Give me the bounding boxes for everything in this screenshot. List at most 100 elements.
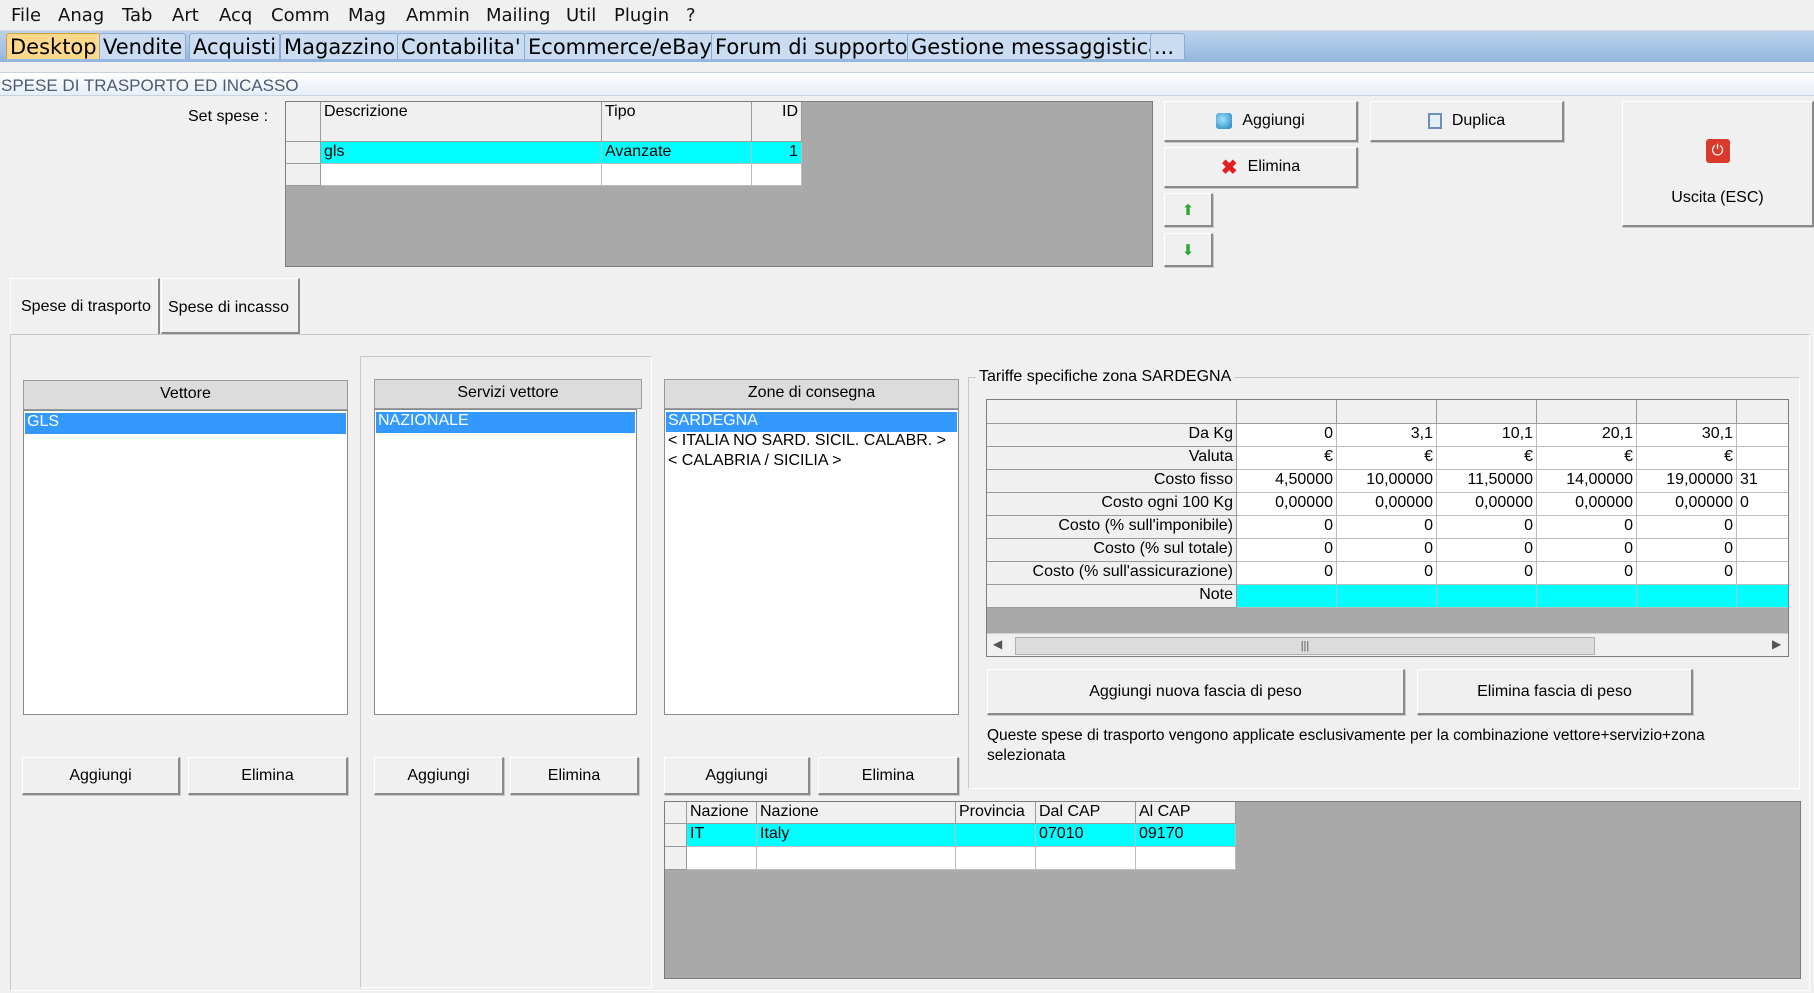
table-cell[interactable]	[1637, 585, 1737, 608]
table-cell[interactable]: 20,1	[1537, 424, 1637, 447]
column-header[interactable]	[1537, 400, 1637, 424]
table-cell[interactable]: 0	[1237, 539, 1337, 562]
table-cell[interactable]: 11,50000	[1437, 470, 1537, 493]
column-header-provincia[interactable]: Provincia	[956, 802, 1036, 824]
tab-ecommerce[interactable]: Ecommerce/eBay	[524, 33, 716, 59]
tab-messaggistica[interactable]: Gestione messaggistica	[907, 33, 1166, 59]
menu-file[interactable]: File	[11, 5, 41, 26]
table-cell[interactable]: 0	[1237, 424, 1337, 447]
table-cell[interactable]: 07010	[1036, 824, 1136, 847]
table-cell[interactable]: 0	[1637, 562, 1737, 585]
table-cell[interactable]: 0	[1337, 516, 1437, 539]
table-cell[interactable]: 19,00000	[1637, 470, 1737, 493]
table-cell[interactable]	[1737, 562, 1788, 585]
add-weight-band-button[interactable]: Aggiungi nuova fascia di peso	[987, 669, 1405, 715]
list-item[interactable]: < CALABRIA / SICILIA >	[666, 452, 957, 472]
table-cell-descrizione[interactable]: gls	[321, 142, 602, 164]
menu-comm[interactable]: Comm	[271, 5, 330, 26]
list-item[interactable]: GLS	[25, 413, 346, 434]
column-header-nazione-name[interactable]: Nazione	[757, 802, 956, 824]
table-cell[interactable]: 0	[1337, 539, 1437, 562]
table-cell[interactable]	[1537, 585, 1637, 608]
table-cell-empty[interactable]	[602, 164, 752, 186]
delete-set-button[interactable]: ✖ Elimina	[1164, 147, 1358, 188]
add-zona-button[interactable]: Aggiungi	[664, 757, 810, 795]
table-cell[interactable]	[1437, 585, 1537, 608]
zone-list[interactable]: SARDEGNA < ITALIA NO SARD. SICIL. CALABR…	[664, 409, 959, 715]
table-cell[interactable]: 0	[1737, 493, 1788, 516]
vettore-list[interactable]: GLS	[23, 410, 348, 715]
table-cell[interactable]: 0	[1537, 516, 1637, 539]
tab-desktop[interactable]: Desktop	[6, 33, 101, 59]
tab-vendite[interactable]: Vendite	[99, 33, 187, 59]
column-header-id[interactable]: ID	[752, 102, 802, 142]
table-cell[interactable]: 0	[1337, 562, 1437, 585]
delete-servizio-button[interactable]: Elimina	[510, 757, 639, 795]
table-cell[interactable]	[1737, 539, 1788, 562]
table-cell[interactable]: 31	[1737, 470, 1788, 493]
table-cell[interactable]: 0	[1437, 516, 1537, 539]
menu-mag[interactable]: Mag	[348, 5, 386, 26]
servizi-list[interactable]: NAZIONALE	[374, 409, 637, 715]
table-cell-tipo[interactable]: Avanzate	[602, 142, 752, 164]
table-cell[interactable]: 0,00000	[1537, 493, 1637, 516]
table-cell[interactable]: 0	[1637, 539, 1737, 562]
table-cell[interactable]: 3,1	[1337, 424, 1437, 447]
table-cell-empty[interactable]	[687, 847, 757, 870]
table-cell[interactable]	[956, 824, 1036, 847]
tab-magazzino[interactable]: Magazzino	[280, 33, 400, 59]
table-cell[interactable]	[1237, 585, 1337, 608]
table-cell[interactable]: €	[1437, 447, 1537, 470]
table-cell[interactable]: 30,1	[1637, 424, 1737, 447]
move-down-button[interactable]: ⬇	[1164, 233, 1213, 267]
table-cell-empty[interactable]	[757, 847, 956, 870]
table-cell[interactable]: 09170	[1136, 824, 1236, 847]
table-cell[interactable]: 0,00000	[1237, 493, 1337, 516]
add-set-button[interactable]: Aggiungi	[1164, 101, 1358, 142]
delete-vettore-button[interactable]: Elimina	[188, 757, 348, 795]
table-cell[interactable]: 0,00000	[1337, 493, 1437, 516]
table-cell[interactable]: €	[1537, 447, 1637, 470]
table-cell[interactable]: €	[1637, 447, 1737, 470]
table-cell[interactable]: 0	[1237, 562, 1337, 585]
table-cell[interactable]	[1337, 585, 1437, 608]
row-header[interactable]	[286, 142, 321, 164]
subtab-spese-incasso[interactable]: Spese di incasso	[161, 278, 300, 334]
list-item[interactable]: NAZIONALE	[376, 412, 635, 433]
row-header[interactable]	[665, 824, 687, 847]
column-header-nazione-code[interactable]: Nazione	[687, 802, 757, 824]
menu-acq[interactable]: Acq	[219, 5, 252, 26]
table-cell-empty[interactable]	[752, 164, 802, 186]
table-cell-id[interactable]: 1	[752, 142, 802, 164]
tab-more[interactable]: ...	[1150, 33, 1185, 59]
table-cell[interactable]: IT	[687, 824, 757, 847]
table-cell[interactable]: 0	[1537, 562, 1637, 585]
column-header[interactable]	[1437, 400, 1537, 424]
row-header[interactable]	[665, 847, 687, 870]
tab-forum[interactable]: Forum di supporto	[711, 33, 912, 59]
table-cell[interactable]: 10,00000	[1337, 470, 1437, 493]
tab-acquisti[interactable]: Acquisti	[189, 33, 281, 59]
column-header-descrizione[interactable]: Descrizione	[321, 102, 602, 142]
table-cell-empty[interactable]	[321, 164, 602, 186]
scroll-right-icon[interactable]: ▶	[1772, 637, 1781, 651]
table-cell[interactable]	[1737, 516, 1788, 539]
menu-ammin[interactable]: Ammin	[406, 5, 470, 26]
column-header[interactable]	[1637, 400, 1737, 424]
table-cell[interactable]: 14,00000	[1537, 470, 1637, 493]
menu-plugin[interactable]: Plugin	[614, 5, 669, 26]
list-item[interactable]: < ITALIA NO SARD. SICIL. CALABR. >	[666, 432, 957, 452]
duplicate-set-button[interactable]: Duplica	[1370, 101, 1564, 142]
table-cell-empty[interactable]	[956, 847, 1036, 870]
table-cell[interactable]: 0	[1437, 539, 1537, 562]
column-header[interactable]	[1337, 400, 1437, 424]
add-vettore-button[interactable]: Aggiungi	[22, 757, 180, 795]
table-cell[interactable]: Italy	[757, 824, 956, 847]
column-header[interactable]	[1737, 400, 1788, 424]
table-cell[interactable]: 0	[1237, 516, 1337, 539]
exit-button[interactable]: ⏻ Uscita (ESC)	[1622, 101, 1814, 227]
table-cell[interactable]	[1737, 447, 1788, 470]
menu-util[interactable]: Util	[566, 5, 596, 26]
menu-anag[interactable]: Anag	[58, 5, 104, 26]
tab-contabilita[interactable]: Contabilita'	[397, 33, 525, 59]
